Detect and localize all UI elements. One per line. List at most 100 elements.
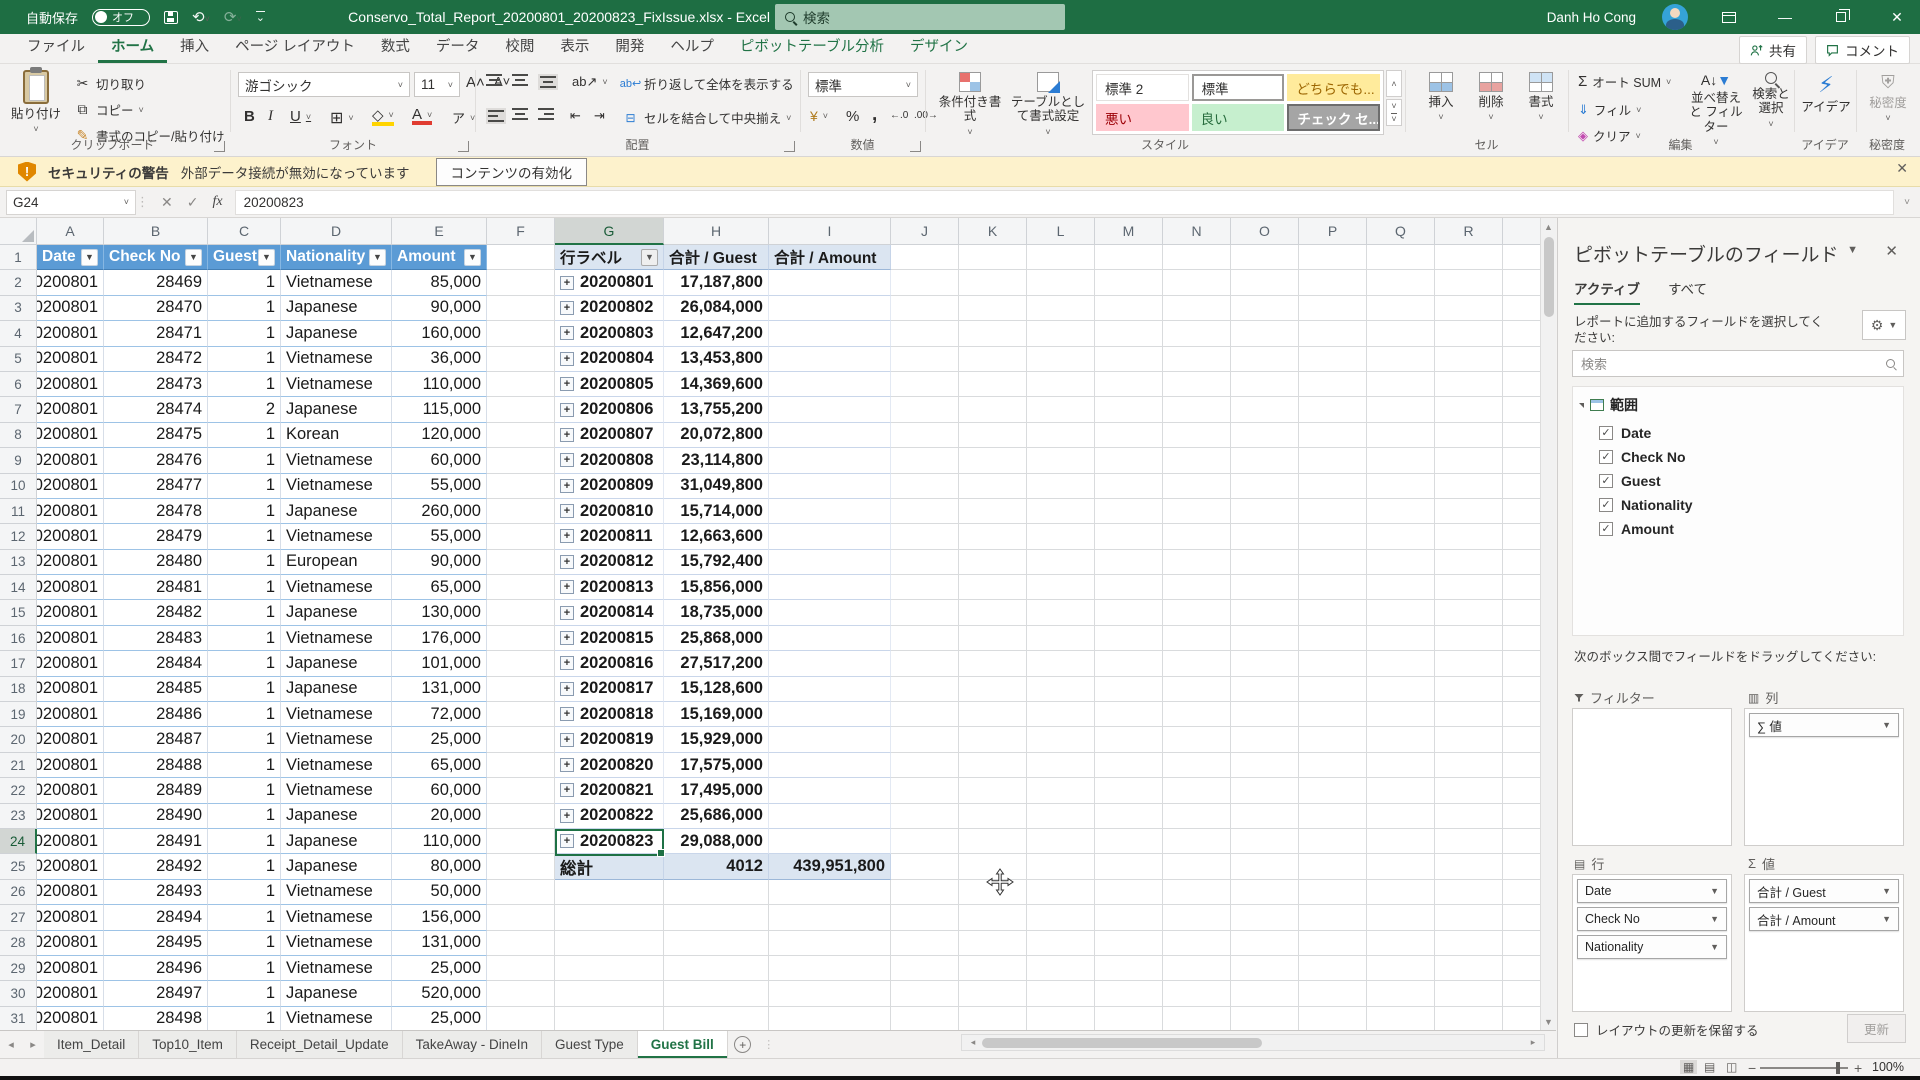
cell-E19[interactable]: 72,000	[392, 702, 487, 727]
cell-P9[interactable]	[1299, 448, 1367, 473]
cell-D10[interactable]: Vietnamese	[281, 474, 392, 499]
cell-G18[interactable]: +20200817	[555, 677, 664, 702]
cell-O11[interactable]	[1231, 499, 1299, 524]
cell-E28[interactable]: 131,000	[392, 931, 487, 956]
cell-J7[interactable]	[891, 397, 959, 422]
cell-B11[interactable]: 28478	[104, 499, 208, 524]
cell-R2[interactable]	[1435, 270, 1503, 295]
cell-I21[interactable]	[769, 753, 891, 778]
cell-K31[interactable]	[959, 1007, 1027, 1030]
cell-H4[interactable]: 12,647,200	[664, 321, 769, 346]
cell-I11[interactable]	[769, 499, 891, 524]
expand-icon[interactable]: +	[560, 453, 574, 467]
cell-D2[interactable]: Vietnamese	[281, 270, 392, 295]
cell-O23[interactable]	[1231, 804, 1299, 829]
cell-S19[interactable]	[1503, 702, 1540, 727]
increase-indent-icon[interactable]: ⇥	[594, 108, 605, 124]
cell-Q14[interactable]	[1367, 575, 1435, 600]
cell-H21[interactable]: 17,575,000	[664, 753, 769, 778]
cell-I14[interactable]	[769, 575, 891, 600]
cell-R19[interactable]	[1435, 702, 1503, 727]
cell-H24[interactable]: 29,088,000	[664, 829, 769, 854]
cell-D14[interactable]: Vietnamese	[281, 575, 392, 600]
cell-I10[interactable]	[769, 474, 891, 499]
cell-H29[interactable]	[664, 956, 769, 981]
cell-B5[interactable]: 28472	[104, 347, 208, 372]
wrap-text-button[interactable]: ab↩折り返して全体を表示する	[622, 74, 794, 93]
security-bar-close-icon[interactable]: ✕	[1896, 160, 1908, 177]
cell-D27[interactable]: Vietnamese	[281, 905, 392, 930]
cell-G24[interactable]: +20200823	[555, 829, 664, 854]
cell-P22[interactable]	[1299, 778, 1367, 803]
copy-button[interactable]: ⧉コピー˅	[74, 100, 144, 119]
cell-Q15[interactable]	[1367, 600, 1435, 625]
cell-C6[interactable]: 1	[208, 372, 281, 397]
cell-P17[interactable]	[1299, 651, 1367, 676]
cell-L20[interactable]	[1027, 727, 1095, 752]
cell-Q12[interactable]	[1367, 524, 1435, 549]
row-header-1[interactable]: 1	[0, 245, 37, 270]
cell-E12[interactable]: 55,000	[392, 524, 487, 549]
cell-P2[interactable]	[1299, 270, 1367, 295]
cell-L13[interactable]	[1027, 550, 1095, 575]
column-header-Q[interactable]: Q	[1367, 218, 1435, 245]
cell-D21[interactable]: Vietnamese	[281, 753, 392, 778]
cell-Q5[interactable]	[1367, 347, 1435, 372]
cell-B24[interactable]: 28491	[104, 829, 208, 854]
cell-E18[interactable]: 131,000	[392, 677, 487, 702]
ribbon-tab-ヘルプ[interactable]: ヘルプ	[657, 30, 727, 63]
column-header-O[interactable]: O	[1231, 218, 1299, 245]
cell-N14[interactable]	[1163, 575, 1231, 600]
row-header-23[interactable]: 23	[0, 804, 37, 829]
column-header-G[interactable]: G	[555, 218, 664, 245]
cell-P26[interactable]	[1299, 880, 1367, 905]
cell-B21[interactable]: 28488	[104, 753, 208, 778]
cell-A7[interactable]: 20200801	[37, 397, 104, 422]
cell-B4[interactable]: 28471	[104, 321, 208, 346]
cell-O15[interactable]	[1231, 600, 1299, 625]
cell-R4[interactable]	[1435, 321, 1503, 346]
rows-pill-Check No[interactable]: Check No▼	[1577, 907, 1727, 931]
cell-R20[interactable]	[1435, 727, 1503, 752]
cell-S1[interactable]	[1503, 245, 1540, 270]
cell-I19[interactable]	[769, 702, 891, 727]
cell-J9[interactable]	[891, 448, 959, 473]
pill-dropdown-icon[interactable]: ▼	[1882, 720, 1891, 730]
cell-S22[interactable]	[1503, 778, 1540, 803]
cell-H31[interactable]	[664, 1007, 769, 1030]
row-header-6[interactable]: 6	[0, 372, 37, 397]
cell-A11[interactable]: 20200801	[37, 499, 104, 524]
format-cells-button[interactable]: 書式˅	[1518, 72, 1564, 123]
bold-button[interactable]: B	[244, 108, 255, 125]
hscroll-left-icon[interactable]: ◂	[962, 1037, 984, 1048]
cell-G5[interactable]: +20200804	[555, 347, 664, 372]
expand-icon[interactable]: +	[560, 656, 574, 670]
row-header-5[interactable]: 5	[0, 347, 37, 372]
cell-A27[interactable]: 20200801	[37, 905, 104, 930]
cell-Q19[interactable]	[1367, 702, 1435, 727]
cell-Q26[interactable]	[1367, 880, 1435, 905]
cell-B14[interactable]: 28481	[104, 575, 208, 600]
cell-Q20[interactable]	[1367, 727, 1435, 752]
cell-C13[interactable]: 1	[208, 550, 281, 575]
cell-L26[interactable]	[1027, 880, 1095, 905]
cell-J3[interactable]	[891, 296, 959, 321]
cell-F19[interactable]	[487, 702, 555, 727]
cell-L6[interactable]	[1027, 372, 1095, 397]
cell-N19[interactable]	[1163, 702, 1231, 727]
cell-O28[interactable]	[1231, 931, 1299, 956]
rows-area-box[interactable]: Date▼Check No▼Nationality▼	[1572, 874, 1732, 1012]
sheet-tab-TakeAway - DineIn[interactable]: TakeAway - DineIn	[403, 1031, 542, 1058]
filter-dropdown-icon[interactable]: ▼	[258, 249, 275, 266]
cell-E26[interactable]: 50,000	[392, 880, 487, 905]
cell-K25[interactable]	[959, 854, 1027, 879]
cell-J14[interactable]	[891, 575, 959, 600]
cell-I16[interactable]	[769, 626, 891, 651]
cell-C25[interactable]: 1	[208, 854, 281, 879]
cell-S20[interactable]	[1503, 727, 1540, 752]
row-header-9[interactable]: 9	[0, 448, 37, 473]
cell-H1[interactable]: 合計 / Guest	[664, 245, 769, 270]
cell-C26[interactable]: 1	[208, 880, 281, 905]
cell-A13[interactable]: 20200801	[37, 550, 104, 575]
cell-G31[interactable]	[555, 1007, 664, 1030]
